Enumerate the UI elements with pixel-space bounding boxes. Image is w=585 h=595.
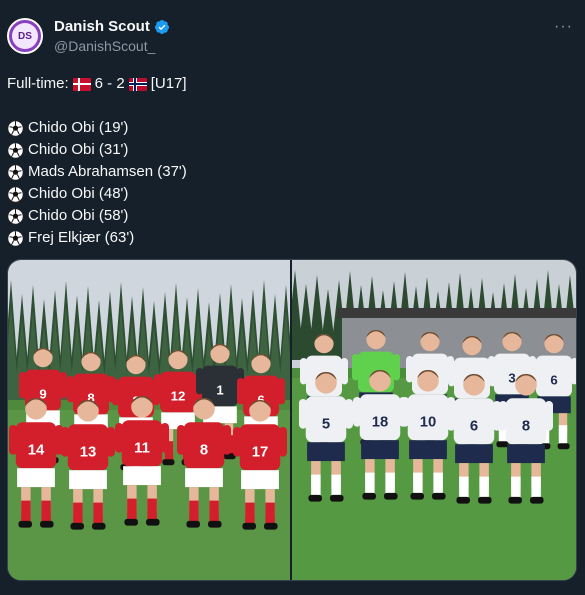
soccer-ball-icon xyxy=(7,185,24,203)
denmark-team-photo[interactable]: 9821216141311817 xyxy=(8,260,290,580)
goal-text: Chido Obi (48') xyxy=(28,185,129,202)
svg-text:8: 8 xyxy=(200,443,208,459)
media-grid[interactable]: 9821216141311817 13365181068 xyxy=(7,259,577,581)
result-line: Full-time: 6 - 2 [U17] xyxy=(7,73,577,95)
goal-text: Mads Abrahamsen (37') xyxy=(28,163,187,180)
score: 6 - 2 xyxy=(94,75,125,92)
goal-list: Chido Obi (19') Chido Obi (31') Mads Abrah… xyxy=(7,117,577,249)
svg-text:18: 18 xyxy=(372,415,389,431)
denmark-team-photo-image: 9821216141311817 xyxy=(8,260,290,580)
svg-text:14: 14 xyxy=(28,443,45,459)
svg-text:12: 12 xyxy=(171,388,186,403)
stand-roof xyxy=(337,308,576,318)
result-prefix: Full-time: xyxy=(7,75,69,92)
tweet-header: DS Danish Scout @DanishScout_ ··· xyxy=(0,0,585,62)
tweet-text: Full-time: 6 - 2 [U17] Chido Obi (19') Ch… xyxy=(7,73,577,249)
goal-item: Mads Abrahamsen (37') xyxy=(7,161,577,183)
svg-text:1: 1 xyxy=(216,382,223,397)
svg-text:13: 13 xyxy=(80,445,97,461)
goal-text: Chido Obi (31') xyxy=(28,141,129,158)
more-options-icon[interactable]: ··· xyxy=(554,18,573,36)
verified-badge-icon xyxy=(154,19,169,34)
soccer-ball-icon xyxy=(7,119,24,137)
svg-text:11: 11 xyxy=(134,441,150,457)
display-name[interactable]: Danish Scout xyxy=(54,18,150,35)
svg-text:5: 5 xyxy=(322,417,330,433)
goal-text: Chido Obi (58') xyxy=(28,207,129,224)
denmark-flag-icon xyxy=(72,77,91,91)
soccer-ball-icon xyxy=(7,229,24,247)
author-name-row[interactable]: Danish Scout xyxy=(54,18,170,35)
svg-text:6: 6 xyxy=(470,419,478,435)
author-handle[interactable]: @DanishScout_ xyxy=(54,38,155,54)
avatar[interactable]: DS xyxy=(7,18,43,54)
soccer-ball-icon xyxy=(7,163,24,181)
soccer-ball-icon xyxy=(7,207,24,225)
goal-item: Chido Obi (58') xyxy=(7,205,577,227)
svg-text:6: 6 xyxy=(550,372,557,387)
goal-text: Frej Elkjær (63') xyxy=(28,229,135,246)
svg-text:3: 3 xyxy=(508,370,515,385)
norway-team-photo-image: 13365181068 xyxy=(292,260,576,580)
goal-item: Frej Elkjær (63') xyxy=(7,227,577,249)
avatar-logo: DS xyxy=(12,23,38,49)
svg-text:10: 10 xyxy=(420,415,437,431)
soccer-ball-icon xyxy=(7,141,24,159)
norway-team-photo[interactable]: 13365181068 xyxy=(292,260,576,580)
goal-item: Chido Obi (19') xyxy=(7,117,577,139)
norway-flag-icon xyxy=(128,77,147,91)
goal-item: Chido Obi (48') xyxy=(7,183,577,205)
goal-item: Chido Obi (31') xyxy=(7,139,577,161)
svg-text:17: 17 xyxy=(252,445,269,461)
svg-text:8: 8 xyxy=(522,419,530,435)
goal-text: Chido Obi (19') xyxy=(28,119,129,136)
category: [U17] xyxy=(150,75,187,92)
